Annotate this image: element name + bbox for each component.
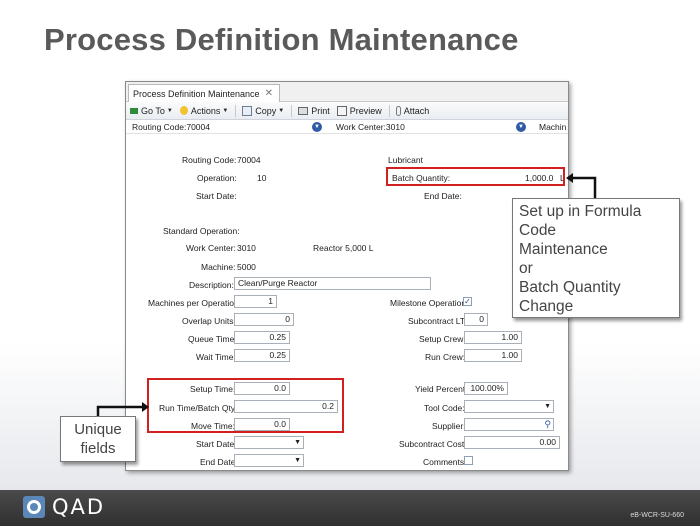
callout-line: Set up in Formula — [519, 203, 642, 220]
callout-line: Batch Quantity — [519, 279, 621, 296]
callout-line: Unique — [74, 421, 122, 438]
unique-fields-callout: Unique fields — [60, 416, 136, 462]
callout-line: or — [519, 260, 533, 277]
qad-logo: QAD — [22, 495, 105, 519]
document-code: eB-WCR-SU-660 — [630, 512, 684, 519]
arrow-head-icon — [142, 402, 149, 412]
callout-line: Change — [519, 298, 574, 315]
callout-line: Maintenance — [519, 241, 608, 258]
slide-footer: QAD eB-WCR-SU-660 — [0, 490, 700, 526]
callout-line: Code — [519, 222, 557, 239]
unique-callout-arrow — [96, 405, 146, 416]
qad-wordmark: QAD — [52, 495, 106, 519]
arrow-head-icon — [566, 173, 573, 183]
callout-line: fields — [80, 440, 116, 457]
qad-logo-icon — [23, 496, 45, 518]
batch-quantity-callout: Set up in Formula Code Maintenance or Ba… — [512, 198, 680, 318]
